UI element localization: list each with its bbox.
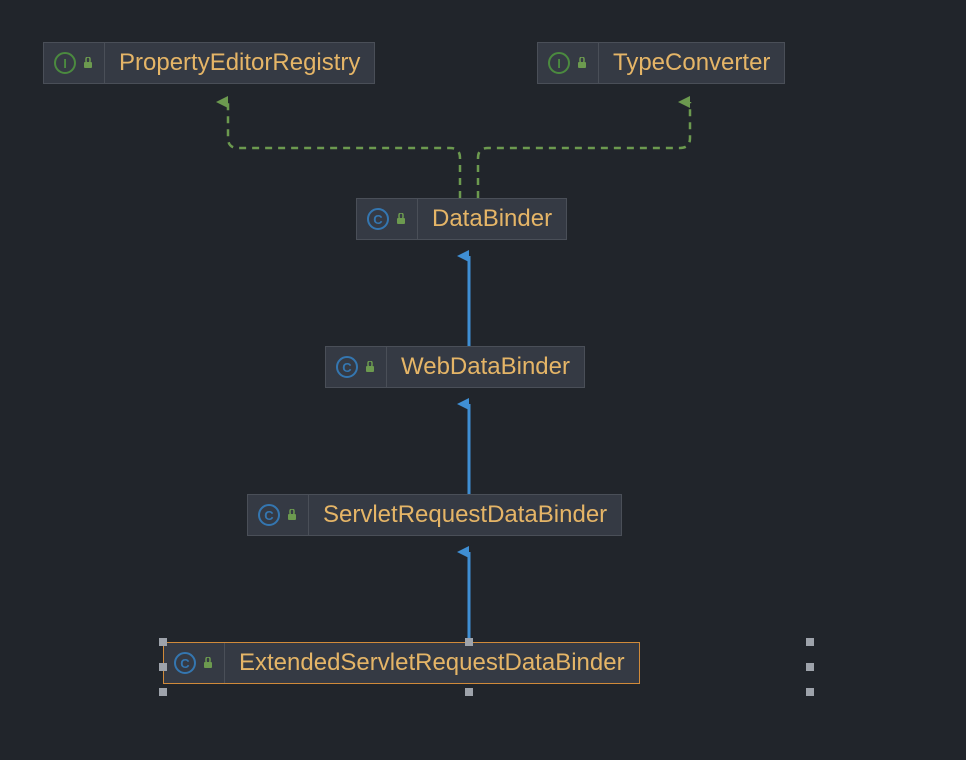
node-label: PropertyEditorRegistry (105, 43, 374, 83)
node-label: TypeConverter (599, 43, 784, 83)
interface-icon: I (54, 52, 76, 74)
public-icon (286, 509, 298, 521)
public-icon (82, 57, 94, 69)
selection-handle[interactable] (159, 663, 167, 671)
selection-handle[interactable] (159, 638, 167, 646)
public-icon (576, 57, 588, 69)
selection-handle[interactable] (465, 688, 473, 696)
selection-handle[interactable] (806, 663, 814, 671)
node-typeconverter[interactable]: I TypeConverter (537, 42, 785, 84)
class-icon: C (336, 356, 358, 378)
node-servletrequestdatabinder[interactable]: C ServletRequestDataBinder (247, 494, 622, 536)
public-icon (364, 361, 376, 373)
node-propertyeditorregistry[interactable]: I PropertyEditorRegistry (43, 42, 375, 84)
node-label: ServletRequestDataBinder (309, 495, 621, 535)
class-icon: C (258, 504, 280, 526)
interface-icon: I (548, 52, 570, 74)
selection-handle[interactable] (465, 638, 473, 646)
node-webdatabinder[interactable]: C WebDataBinder (325, 346, 585, 388)
node-label: DataBinder (418, 199, 566, 239)
class-icon: C (174, 652, 196, 674)
edge-databinder-to-propertyeditorregistry (228, 102, 460, 198)
selection-handle[interactable] (806, 638, 814, 646)
class-icon: C (367, 208, 389, 230)
node-extendedservletrequestdatabinder[interactable]: C ExtendedServletRequestDataBinder (163, 642, 640, 684)
public-icon (202, 657, 214, 669)
edge-databinder-to-typeconverter (478, 102, 690, 198)
node-databinder[interactable]: C DataBinder (356, 198, 567, 240)
public-icon (395, 213, 407, 225)
node-label: ExtendedServletRequestDataBinder (225, 643, 639, 683)
selection-handle[interactable] (159, 688, 167, 696)
node-label: WebDataBinder (387, 347, 584, 387)
selection-handle[interactable] (806, 688, 814, 696)
